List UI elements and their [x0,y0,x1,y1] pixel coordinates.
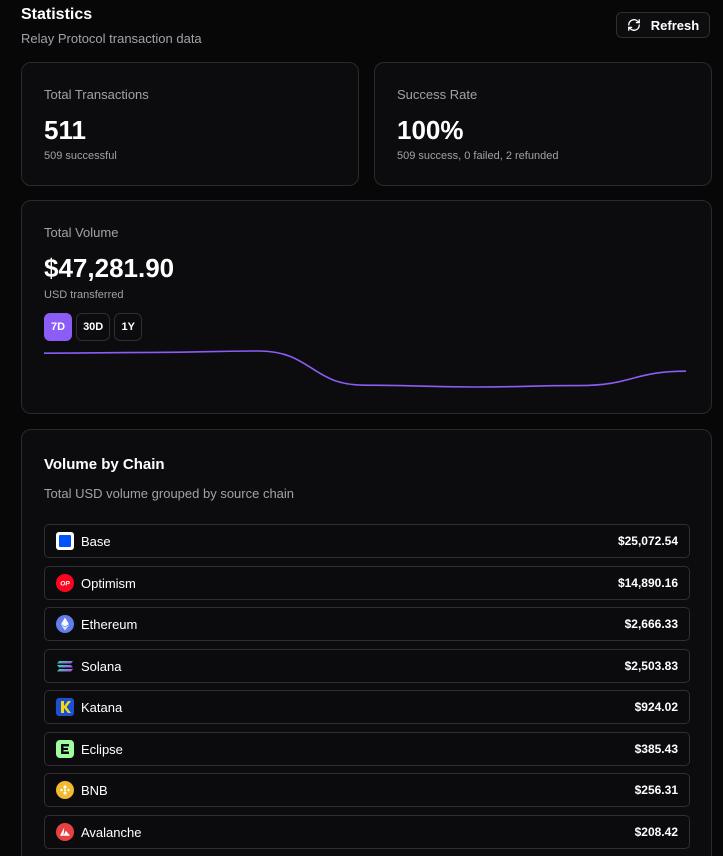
total-transactions-caption: 509 successful [44,150,117,162]
refresh-label: Refresh [650,17,700,33]
solana-icon [56,657,74,675]
avalanche-icon [56,822,74,841]
total-transactions-value: 511 [44,115,86,145]
chain-amount: $208.42 [634,824,678,839]
refresh-button[interactable]: Refresh [616,12,710,38]
volume-by-chain-card: Volume by Chain Total USD volume grouped… [21,429,712,856]
total-volume-value: $47,281.90 [44,253,175,283]
chain-name: Ethereum [81,617,138,632]
chain-name: Optimism [81,575,136,591]
volume-by-chain-description: Total USD volume grouped by source chain [44,486,295,501]
chain-row-base[interactable]: Base $25,072.54 [44,524,690,558]
page-subtitle: Relay Protocol transaction data [21,31,202,46]
chain-row-bnb[interactable]: BNB $256.31 [44,773,690,807]
success-rate-caption: 509 success, 0 failed, 2 refunded [397,150,559,162]
total-volume-label: Total Volume [44,225,119,240]
success-rate-value: 100% [397,115,464,145]
optimism-icon: OP [56,573,74,592]
chain-amount: $385.43 [634,741,678,756]
base-icon [56,532,74,550]
refresh-icon [627,18,641,32]
range-1y-button[interactable]: 1Y [114,313,143,341]
range-selector: 7D 30D 1Y [44,313,143,341]
chain-name: Eclipse [81,741,123,757]
volume-trend-line [44,350,687,388]
ethereum-icon [56,615,74,633]
eclipse-icon [56,739,74,758]
chain-name: Avalanche [81,824,142,840]
chain-amount: $2,503.83 [624,658,678,673]
chain-amount: $14,890.16 [617,575,678,590]
chain-amount: $25,072.54 [617,534,678,548]
chain-row-solana[interactable]: Solana $2,503.83 [44,648,690,683]
chain-row-eclipse[interactable]: Eclipse $385.43 [44,731,690,766]
chain-amount: $256.31 [634,783,678,797]
volume-by-chain-title: Volume by Chain [44,456,165,473]
range-7d-button[interactable]: 7D [44,313,73,341]
volume-sparkline [44,350,687,388]
chain-row-katana[interactable]: Katana $924.02 [44,690,690,724]
total-transactions-label: Total Transactions [44,87,149,102]
chain-amount: $924.02 [634,700,678,714]
katana-icon [56,698,74,716]
success-rate-card: Success Rate 100% 509 success, 0 failed,… [374,62,712,186]
total-transactions-card: Total Transactions 511 509 successful [21,62,359,186]
chain-name: Solana [81,658,122,674]
chain-list: Base $25,072.54 OP Optimism $14,890.16 E… [44,524,690,856]
chain-name: Katana [81,700,123,715]
chain-name: Base [81,534,111,549]
page-title: Statistics [21,6,93,23]
bnb-icon [56,781,74,799]
chain-name: BNB [81,783,108,798]
statistics-page: Statistics Relay Protocol transaction da… [0,0,723,856]
chain-amount: $2,666.33 [624,617,678,631]
range-30d-button[interactable]: 30D [76,313,111,341]
total-volume-caption: USD transferred [44,289,124,301]
svg-text:OP: OP [60,580,70,587]
chain-row-avalanche[interactable]: Avalanche $208.42 [44,814,690,849]
success-rate-label: Success Rate [397,87,478,102]
chain-row-ethereum[interactable]: Ethereum $2,666.33 [44,607,690,641]
total-volume-card: Total Volume $47,281.90 USD transferred … [21,200,712,414]
chain-row-optimism[interactable]: OP Optimism $14,890.16 [44,565,690,600]
